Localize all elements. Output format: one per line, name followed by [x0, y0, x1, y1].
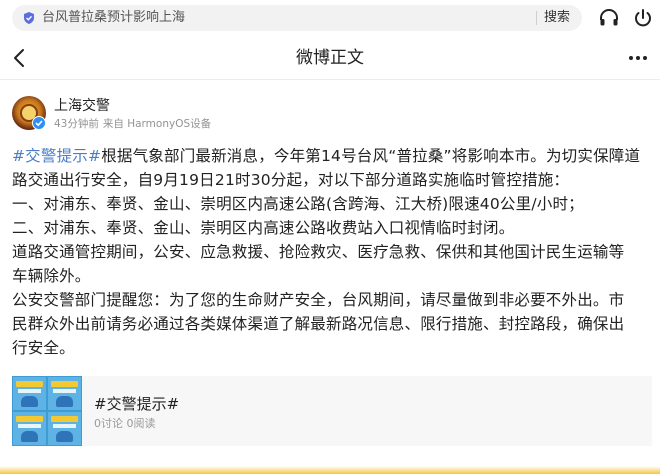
- post-body: #交警提示#根据气象部门最新消息，今年第14号台风“普拉桑”将影响本市。为切实保…: [12, 144, 652, 360]
- post-line: 二、对浦东、奉贤、金山、崇明区内高速公路收费站入口视情临时封闭。: [12, 219, 515, 237]
- thumbnail-tile: [48, 412, 81, 445]
- hashtag-link[interactable]: #交警提示#: [12, 147, 101, 165]
- topic-card[interactable]: #交警提示# 0讨论 0阅读: [12, 376, 652, 446]
- post-line: 道路交通管控期间，公安、应急救援、抢险救灾、医疗急救、保供和其他国计民生运输等: [12, 243, 625, 261]
- page-title: 微博正文: [296, 48, 364, 68]
- thumbnail-tile: [48, 377, 81, 410]
- post-source: 来自 HarmonyOS设备: [102, 118, 212, 130]
- post-time: 43分钟前: [54, 118, 99, 130]
- post-line: 公安交警部门提醒您：为了您的生命财产安全，台风期间，请尽量做到非必要不外出。市: [12, 291, 625, 309]
- thumbnail-tile: [13, 377, 46, 410]
- shield-icon: [24, 12, 34, 24]
- power-icon[interactable]: [632, 7, 654, 29]
- topic-title: #交警提示#: [94, 395, 180, 413]
- search-query-text: 台风普拉桑预计影响上海: [42, 10, 186, 25]
- nav-bar: 微博正文: [0, 36, 660, 80]
- post-line: #交警提示#根据气象部门最新消息，今年第14号台风“普拉桑”将影响本市。为切实保…: [12, 144, 652, 168]
- more-icon[interactable]: [626, 46, 650, 70]
- post-line: 路交通出行安全，自9月19日21时30分起，对以下部分道路实施临时管控措施：: [12, 171, 570, 189]
- post-line: 民群众外出前请务必通过各类媒体渠道了解最新路况信息、限行措施、封控路段，确保出: [12, 315, 625, 333]
- verified-icon: [32, 116, 46, 130]
- search-button[interactable]: 搜索: [544, 9, 570, 27]
- search-divider: [536, 11, 537, 25]
- post-line: 车辆除外。: [12, 267, 91, 285]
- thumbnail-tile: [13, 412, 46, 445]
- post-meta: 43分钟前 来自 HarmonyOS设备: [54, 117, 215, 131]
- post-line-text: 根据气象部门最新消息，今年第14号台风“普拉桑”将影响本市。为切实保障道: [101, 147, 641, 165]
- bottom-strip: [0, 466, 660, 474]
- topic-stats: 0讨论 0阅读: [94, 417, 156, 430]
- post-line: 行安全。: [12, 339, 75, 357]
- headset-icon[interactable]: [598, 7, 620, 29]
- search-input[interactable]: 台风普拉桑预计影响上海 搜索: [12, 5, 582, 31]
- search-bar-row: 台风普拉桑预计影响上海 搜索: [0, 0, 660, 36]
- post-line: 一、对浦东、奉贤、金山、崇明区内高速公路(含跨海、江大桥)限速40公里/小时；: [12, 195, 584, 213]
- author-name[interactable]: 上海交警: [54, 97, 110, 115]
- topic-thumbnail: [12, 376, 82, 446]
